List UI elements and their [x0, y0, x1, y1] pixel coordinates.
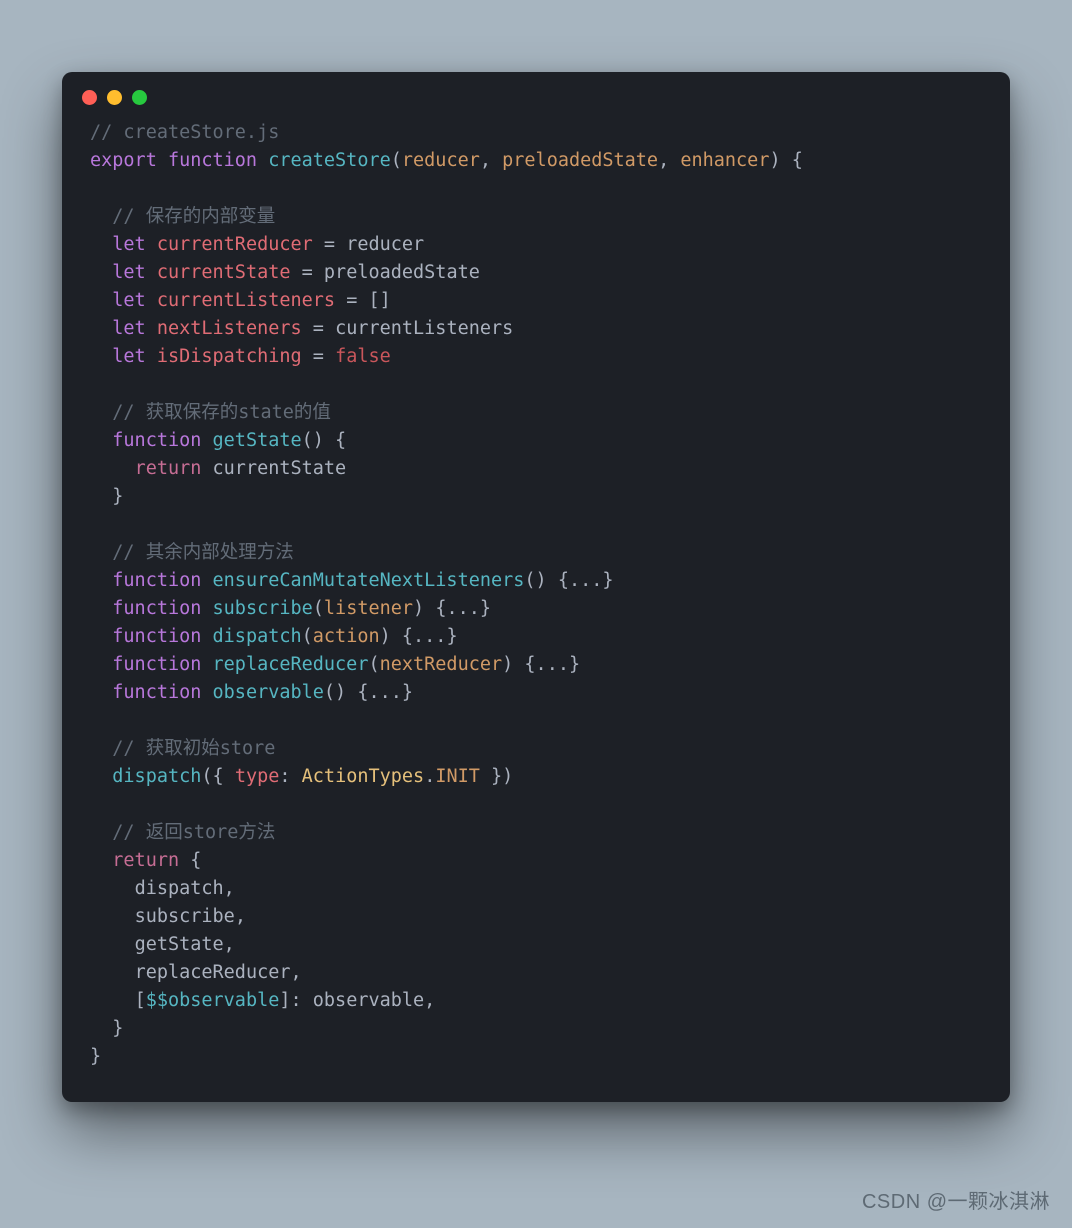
kw-function: function — [168, 150, 257, 171]
val-reducer: reducer — [346, 234, 424, 255]
INIT: INIT — [435, 766, 480, 787]
watermark: CSDN @一颗冰淇淋 — [862, 1185, 1050, 1214]
var-currentListeners: currentListeners — [157, 290, 335, 311]
literal-false: false — [335, 346, 391, 367]
fn-replaceReducer: replaceReducer — [213, 654, 369, 675]
ret-dispatch: dispatch — [135, 878, 224, 899]
comment: // createStore.js — [90, 122, 279, 143]
close-icon[interactable] — [82, 90, 97, 105]
kw-function: function — [112, 682, 201, 703]
ret-getState: getState — [135, 934, 224, 955]
fn-subscribe: subscribe — [213, 598, 313, 619]
ret-subscribe: subscribe — [135, 906, 235, 927]
kw-let: let — [112, 318, 145, 339]
body-ellipsis: {...} — [435, 598, 491, 619]
ret-replaceReducer: replaceReducer — [135, 962, 291, 983]
body-ellipsis: {...} — [558, 570, 614, 591]
fn-ensure: ensureCanMutateNextListeners — [213, 570, 525, 591]
fn-getState: getState — [213, 430, 302, 451]
param-nextReducer: nextReducer — [380, 654, 503, 675]
fn-dispatch: dispatch — [213, 626, 302, 647]
comment: // 保存的内部变量 — [112, 206, 275, 227]
ActionTypes: ActionTypes — [302, 766, 425, 787]
param-enhancer: enhancer — [680, 150, 769, 171]
kw-function: function — [112, 570, 201, 591]
body-ellipsis: {...} — [357, 682, 413, 703]
window-titlebar — [62, 72, 1010, 111]
fn-observable: observable — [213, 682, 324, 703]
val-preloaded: preloadedState — [324, 262, 480, 283]
comment: // 获取初始store — [112, 738, 275, 759]
kw-function: function — [112, 598, 201, 619]
comment: // 返回store方法 — [112, 822, 275, 843]
param-reducer: reducer — [402, 150, 480, 171]
body-ellipsis: {...} — [402, 626, 458, 647]
kw-return: return — [112, 850, 179, 871]
var-isDispatching: isDispatching — [157, 346, 302, 367]
zoom-icon[interactable] — [132, 90, 147, 105]
var-currentReducer: currentReducer — [157, 234, 313, 255]
kw-function: function — [112, 654, 201, 675]
param-listener: listener — [324, 598, 413, 619]
param-action: action — [313, 626, 380, 647]
val-empty-array: [] — [368, 290, 390, 311]
kw-let: let — [112, 234, 145, 255]
kw-return: return — [135, 458, 202, 479]
call-dispatch: dispatch — [112, 766, 201, 787]
body-ellipsis: {...} — [524, 654, 580, 675]
kw-function: function — [112, 626, 201, 647]
kw-let: let — [112, 290, 145, 311]
var-currentState: currentState — [157, 262, 291, 283]
ret-currentState: currentState — [213, 458, 347, 479]
fn-createStore: createStore — [268, 150, 391, 171]
comment: // 获取保存的state的值 — [112, 402, 331, 423]
code-block: // createStore.js export function create… — [62, 111, 1010, 1099]
kw-export: export — [90, 150, 157, 171]
kw-let: let — [112, 262, 145, 283]
kw-function: function — [112, 430, 201, 451]
code-window: // createStore.js export function create… — [62, 72, 1010, 1102]
ret-obs-val: observable — [313, 990, 424, 1011]
kw-let: let — [112, 346, 145, 367]
param-preloaded: preloadedState — [502, 150, 658, 171]
val-currentListeners: currentListeners — [335, 318, 513, 339]
comment: // 其余内部处理方法 — [112, 542, 293, 563]
var-nextListeners: nextListeners — [157, 318, 302, 339]
ret-obs-key: $$observable — [146, 990, 280, 1011]
key-type: type — [235, 766, 280, 787]
minimize-icon[interactable] — [107, 90, 122, 105]
